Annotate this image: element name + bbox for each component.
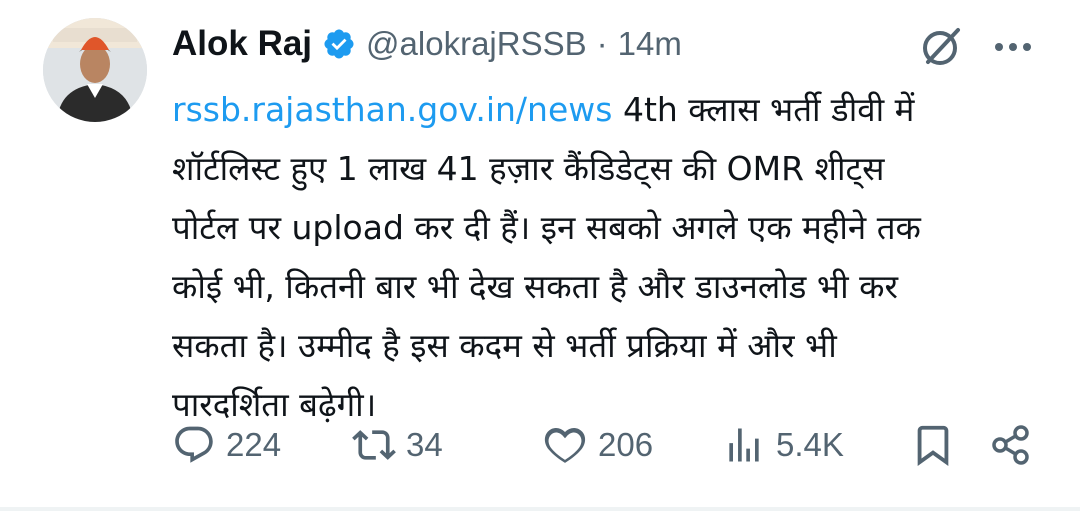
views-count: 5.4K [776,426,844,463]
grok-icon[interactable] [918,22,966,70]
tweet-timestamp[interactable]: 14m [618,25,682,63]
share-button[interactable] [988,410,1034,480]
reply-icon [172,423,216,467]
heart-icon [542,422,588,468]
repost-count: 34 [406,426,443,463]
tweet-text-line-5: सकता है। उम्मीद है इस कदम से भर्ती प्रक्… [172,326,837,365]
tweet-text-line-3: पोर्टल पर upload कर दी हैं। इन सबको अगले… [172,208,921,247]
like-button[interactable]: 206 [542,410,653,480]
author-name[interactable]: Alok Raj [172,24,312,64]
bookmark-button[interactable] [910,410,956,480]
share-icon [988,422,1034,468]
author-handle[interactable]: @alokrajRSSB [366,25,587,63]
verified-badge-icon [322,27,356,61]
tweet-header: Alok Raj @alokrajRSSB · 14m [172,20,682,68]
repost-icon [352,423,396,467]
views-chart-icon [722,423,766,467]
more-options-icon[interactable] [990,24,1036,70]
tweet-text-line-1: rssb.rajasthan.gov.in/news 4th क्लास भर्… [172,80,1062,139]
bookmark-icon [910,422,956,468]
views-button[interactable]: 5.4K [722,410,844,480]
bottom-divider [0,507,1080,511]
reply-count: 224 [226,426,282,463]
author-avatar[interactable] [43,18,147,122]
avatar-image [43,18,147,122]
repost-button[interactable]: 34 [352,410,443,480]
tweet-text-line-4: कोई भी, कितनी बार भी देख सकता है और डाउन… [172,267,898,306]
like-count: 206 [598,426,654,463]
tweet-text: rssb.rajasthan.gov.in/news 4th क्लास भर्… [172,80,1062,434]
separator-dot: · [596,25,608,62]
tweet-text-line-1-rest: 4th क्लास भर्ती डीवी में [622,90,915,129]
action-bar: 224 34 206 5.4K [0,410,1080,480]
reply-button[interactable]: 224 [172,410,281,480]
tweet-text-line-2: शॉर्टलिस्ट हुए 1 लाख 41 हज़ार कैंडिडेट्स… [172,149,885,188]
news-link[interactable]: rssb.rajasthan.gov.in/news [172,90,612,129]
